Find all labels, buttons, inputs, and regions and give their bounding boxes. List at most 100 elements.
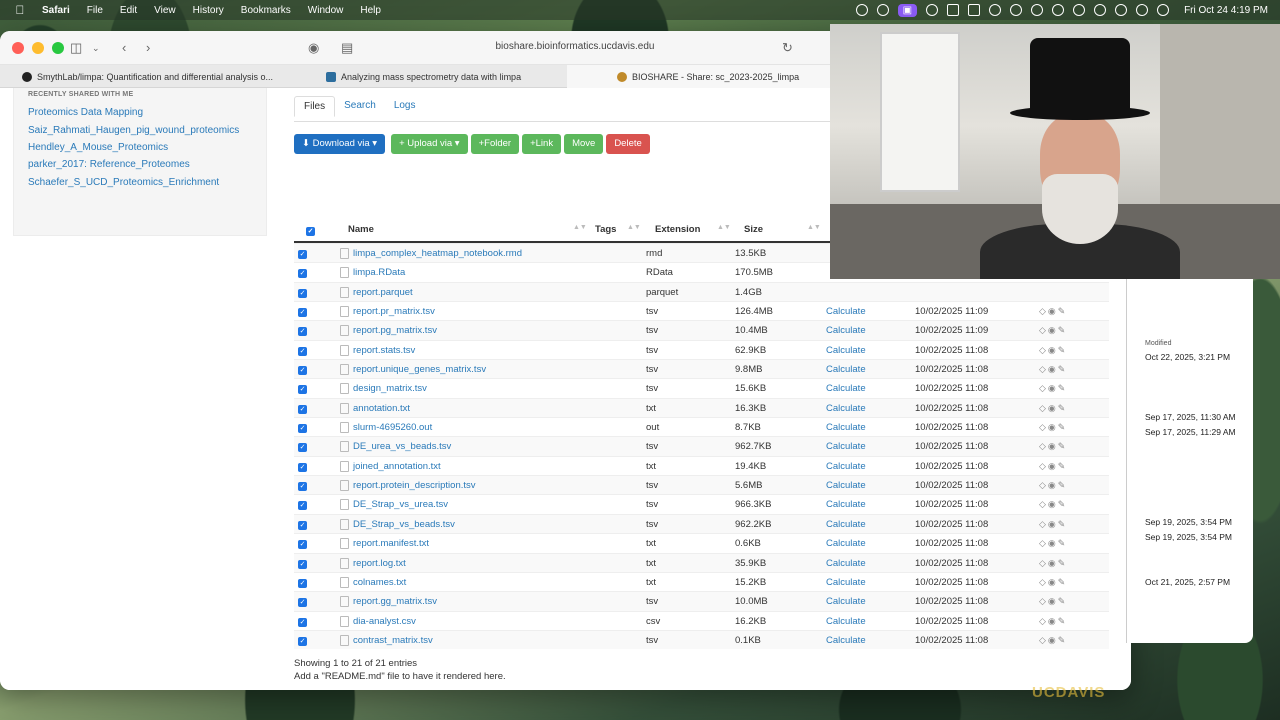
table-row[interactable]: ✓ report.protein_description.tsv tsv 5.6MB C…	[294, 475, 1109, 495]
status-icon[interactable]	[1010, 4, 1023, 16]
edit-icon[interactable]: ✎	[1058, 577, 1068, 587]
file-name-link[interactable]: joined_annotation.txt	[353, 461, 441, 472]
calculate-link[interactable]: Calculate	[826, 441, 866, 452]
file-name-link[interactable]: report.pr_matrix.tsv	[353, 306, 435, 317]
edit-icon[interactable]: ✎	[1058, 558, 1068, 568]
wifi-icon[interactable]	[1094, 4, 1107, 16]
tag-icon[interactable]: ◇	[1039, 499, 1048, 509]
recent-share-link[interactable]: Schaefer_S_UCD_Proteomics_Enrichment	[28, 177, 219, 188]
tag-icon[interactable]: ◇	[1039, 422, 1048, 432]
apple-icon[interactable]: 	[12, 2, 28, 18]
menu-app-name[interactable]: Safari	[42, 5, 70, 16]
menu-history[interactable]: History	[193, 5, 224, 16]
upload-via-button[interactable]: + Upload via ▾	[391, 134, 468, 154]
reader-icon[interactable]: ▤	[341, 40, 353, 56]
table-row[interactable]: ✓ contrast_matrix.tsv tsv 0.1KB Calculate 10/…	[294, 629, 1109, 650]
row-checkbox[interactable]: ✓	[298, 578, 307, 588]
table-row[interactable]: ✓ report.log.txt txt 35.9KB Calculate 10/02/2…	[294, 552, 1109, 572]
calculate-link[interactable]: Calculate	[826, 422, 866, 433]
screen-share-icon[interactable]: ▣	[897, 3, 918, 17]
tag-icon[interactable]: ◇	[1039, 519, 1048, 529]
minimize-button[interactable]	[32, 42, 44, 54]
calculate-link[interactable]: Calculate	[826, 383, 866, 394]
menu-view[interactable]: View	[154, 5, 176, 16]
tab-bioshare[interactable]: BIOSHARE - Share: sc_2023-2025_limpa	[567, 65, 831, 88]
view-icon[interactable]: ◉	[1048, 345, 1058, 355]
sort-icon[interactable]: ▲▼	[807, 224, 821, 231]
zoom-button[interactable]	[52, 42, 64, 54]
table-row[interactable]: ✓ report.parquet parquet 1.4GB	[294, 281, 1109, 302]
view-icon[interactable]: ◉	[1048, 635, 1058, 645]
view-icon[interactable]: ◉	[1048, 616, 1058, 626]
view-icon[interactable]: ◉	[1048, 403, 1058, 413]
edit-icon[interactable]: ✎	[1058, 306, 1068, 316]
edit-icon[interactable]: ✎	[1058, 519, 1068, 529]
view-icon[interactable]: ◉	[1048, 577, 1058, 587]
view-icon[interactable]: ◉	[1048, 383, 1058, 393]
calculate-link[interactable]: Calculate	[826, 403, 866, 414]
tag-icon[interactable]: ◇	[1039, 441, 1048, 451]
table-row[interactable]: ✓ report.stats.tsv tsv 62.9KB Calculate 10/02…	[294, 339, 1109, 359]
tab-files[interactable]: Files	[294, 96, 336, 117]
calculate-link[interactable]: Calculate	[826, 596, 866, 607]
file-name-link[interactable]: dia-analyst.csv	[353, 616, 416, 627]
row-checkbox[interactable]: ✓	[298, 308, 307, 318]
header-size[interactable]: Size	[744, 224, 763, 235]
file-name-link[interactable]: DE_urea_vs_beads.tsv	[353, 441, 451, 452]
recent-share-link[interactable]: Hendley_A_Mouse_Proteomics	[28, 142, 168, 153]
new-link-button[interactable]: +Link	[522, 134, 562, 154]
edit-icon[interactable]: ✎	[1058, 422, 1068, 432]
edit-icon[interactable]: ✎	[1058, 538, 1068, 548]
row-checkbox[interactable]: ✓	[298, 636, 307, 646]
calculate-link[interactable]: Calculate	[826, 306, 866, 317]
menu-bookmarks[interactable]: Bookmarks	[241, 5, 291, 16]
row-checkbox[interactable]: ✓	[298, 385, 307, 395]
row-checkbox[interactable]: ✓	[298, 288, 307, 298]
recent-share-link[interactable]: Saiz_Rahmati_Haugen_pig_wound_proteomics	[28, 125, 239, 136]
file-name-link[interactable]: report.gg_matrix.tsv	[353, 596, 437, 607]
menu-clock[interactable]: Fri Oct 24 4:19 PM	[1184, 5, 1268, 16]
view-icon[interactable]: ◉	[1048, 441, 1058, 451]
calculate-link[interactable]: Calculate	[826, 519, 866, 530]
table-row[interactable]: ✓ design_matrix.tsv tsv 15.6KB Calculate 10/0…	[294, 378, 1109, 397]
row-checkbox[interactable]: ✓	[298, 462, 307, 472]
row-checkbox[interactable]: ✓	[298, 598, 307, 608]
control-center-icon[interactable]	[1136, 4, 1149, 16]
table-row[interactable]: ✓ DE_urea_vs_beads.tsv tsv 962.7KB Calculate…	[294, 436, 1109, 456]
header-name[interactable]: Name	[348, 224, 374, 235]
file-name-link[interactable]: report.stats.tsv	[353, 345, 415, 356]
tag-icon[interactable]: ◇	[1039, 635, 1048, 645]
row-checkbox[interactable]: ✓	[298, 520, 307, 530]
calculate-link[interactable]: Calculate	[826, 577, 866, 588]
status-icon[interactable]	[947, 4, 960, 16]
view-icon[interactable]: ◉	[1048, 538, 1058, 548]
view-icon[interactable]: ◉	[1048, 480, 1058, 490]
view-icon[interactable]: ◉	[1048, 422, 1058, 432]
address-bar[interactable]: bioshare.bioinformatics.ucdavis.edu	[450, 41, 700, 52]
status-icon[interactable]	[926, 4, 939, 16]
calculate-link[interactable]: Calculate	[826, 616, 866, 627]
tag-icon[interactable]: ◇	[1039, 596, 1048, 606]
file-name-link[interactable]: report.parquet	[353, 287, 413, 298]
tag-icon[interactable]: ◇	[1039, 345, 1048, 355]
view-icon[interactable]: ◉	[1048, 499, 1058, 509]
row-checkbox[interactable]: ✓	[298, 482, 307, 492]
file-name-link[interactable]: DE_Strap_vs_beads.tsv	[353, 519, 455, 530]
view-icon[interactable]: ◉	[1048, 364, 1058, 374]
menu-window[interactable]: Window	[308, 5, 344, 16]
calculate-link[interactable]: Calculate	[826, 461, 866, 472]
edit-icon[interactable]: ✎	[1058, 403, 1068, 413]
tab-search[interactable]: Search	[335, 96, 385, 117]
row-checkbox[interactable]: ✓	[298, 424, 307, 434]
tag-icon[interactable]: ◇	[1039, 364, 1048, 374]
edit-icon[interactable]: ✎	[1058, 461, 1068, 471]
table-row[interactable]: ✓ DE_Strap_vs_beads.tsv tsv 962.2KB Calculat…	[294, 513, 1109, 534]
edit-icon[interactable]: ✎	[1058, 383, 1068, 393]
status-icon[interactable]	[1073, 4, 1086, 16]
table-row[interactable]: ✓ dia-analyst.csv csv 16.2KB Calculate 10/02/…	[294, 610, 1109, 630]
recent-share-link[interactable]: parker_2017: Reference_Proteomes	[28, 159, 190, 170]
tag-icon[interactable]: ◇	[1039, 558, 1048, 568]
status-icon[interactable]	[968, 4, 981, 16]
tag-icon[interactable]: ◇	[1039, 383, 1048, 393]
view-icon[interactable]: ◉	[1048, 596, 1058, 606]
